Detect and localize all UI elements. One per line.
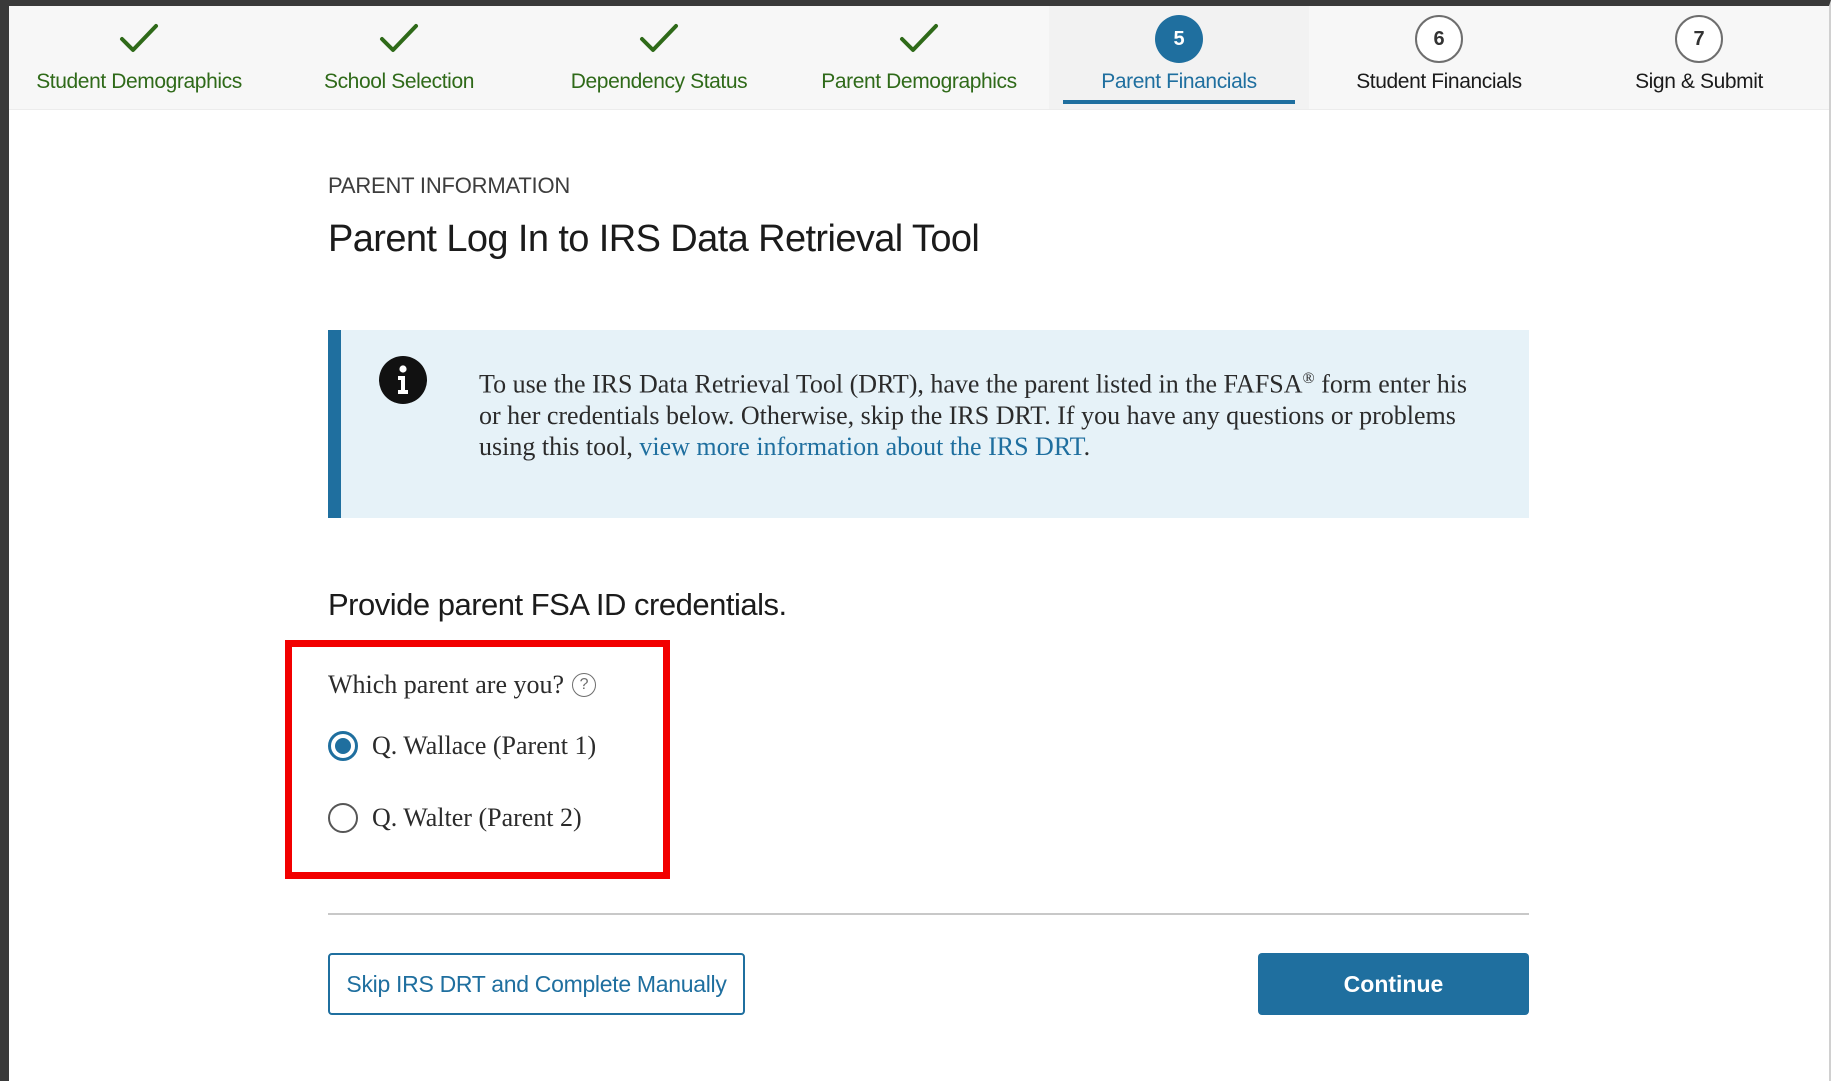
- progress-stepper: Student Demographics School Selection De…: [9, 6, 1829, 110]
- active-step-underline: [1063, 100, 1295, 104]
- step-label: Student Demographics: [36, 70, 242, 93]
- radio-button[interactable]: [328, 803, 358, 833]
- check-icon: [634, 14, 684, 64]
- step-number-badge: 6: [1415, 15, 1463, 63]
- info-alert: To use the IRS Data Retrieval Tool (DRT)…: [328, 330, 1529, 518]
- step-student-financials[interactable]: 6 Student Financials: [1309, 6, 1569, 109]
- continue-button[interactable]: Continue: [1258, 953, 1529, 1015]
- radio-label: Q. Wallace (Parent 1): [372, 731, 597, 760]
- step-label: Parent Financials: [1101, 70, 1257, 93]
- parent-question: Which parent are you? ?: [328, 670, 597, 700]
- step-label: Sign & Submit: [1635, 70, 1763, 93]
- step-label: Dependency Status: [570, 70, 748, 93]
- irs-drt-info-link[interactable]: view more information about the IRS DRT: [639, 432, 1083, 461]
- alert-text-part: To use the IRS Data Retrieval Tool (DRT)…: [479, 369, 1303, 399]
- page-title: Parent Log In to IRS Data Retrieval Tool: [328, 218, 980, 260]
- step-student-demographics[interactable]: Student Demographics: [9, 6, 269, 109]
- step-sign-submit[interactable]: 7 Sign & Submit: [1569, 6, 1829, 109]
- step-parent-demographics[interactable]: Parent Demographics: [789, 6, 1049, 109]
- alert-text-part: .: [1083, 431, 1091, 461]
- registered-mark: ®: [1302, 370, 1315, 387]
- alert-message: To use the IRS Data Retrieval Tool (DRT)…: [479, 363, 1469, 462]
- step-parent-financials[interactable]: 5 Parent Financials: [1049, 6, 1309, 109]
- step-label: Student Financials: [1356, 70, 1522, 93]
- question-icon[interactable]: ?: [572, 673, 597, 697]
- step-dependency-status[interactable]: Dependency Status: [529, 6, 789, 109]
- step-number-badge: 7: [1675, 15, 1723, 63]
- radio-option-parent-1[interactable]: Q. Wallace (Parent 1): [328, 731, 596, 761]
- radio-button-checked[interactable]: [328, 731, 358, 761]
- info-icon: [378, 355, 428, 405]
- skip-irs-drt-button[interactable]: Skip IRS DRT and Complete Manually: [328, 953, 745, 1015]
- window-frame: [0, 0, 1831, 1081]
- check-icon: [114, 14, 164, 64]
- credentials-heading: Provide parent FSA ID credentials.: [328, 587, 787, 622]
- step-label: School Selection: [323, 70, 475, 93]
- step-school-selection[interactable]: School Selection: [269, 6, 529, 109]
- radio-option-parent-2[interactable]: Q. Walter (Parent 2): [328, 803, 582, 833]
- radio-label: Q. Walter (Parent 2): [372, 803, 582, 832]
- question-label: Which parent are you?: [328, 670, 565, 699]
- check-icon: [374, 14, 424, 64]
- step-number-badge: 5: [1155, 15, 1203, 63]
- divider: [328, 913, 1529, 915]
- section-kicker: PARENT INFORMATION: [328, 173, 571, 198]
- step-label: Parent Demographics: [821, 70, 1017, 93]
- check-icon: [894, 14, 944, 64]
